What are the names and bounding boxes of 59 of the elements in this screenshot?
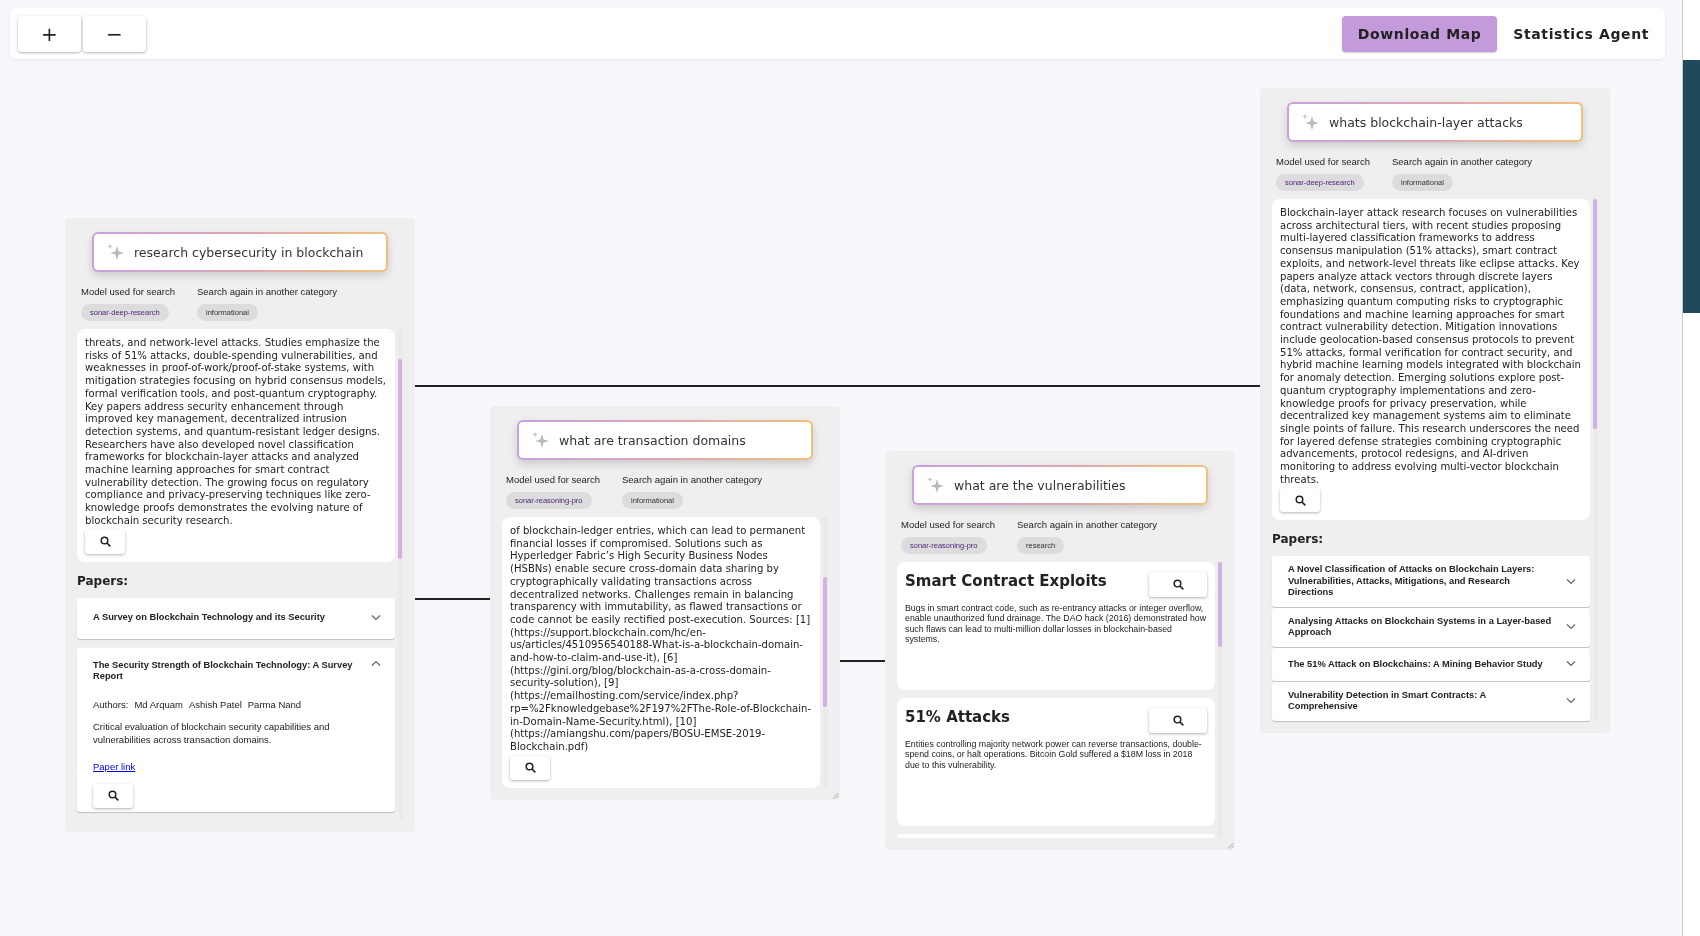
result-text: Bugs in smart contract code, such as re-entrancy attacks or integer overflow, enable unauthorized fund drainage. The DAO hack (2016) demonstrated how such flaws can lead to multi-million dollar losses in blockchain-based systems. xyxy=(905,603,1207,645)
search-icon xyxy=(1172,579,1184,590)
search-icon xyxy=(524,762,536,774)
summary-text: of blockchain-ledger entries, which can lead to permanent financial losses if compromised. Solutions such as Hyperledger Fabric’s High Security Business Nodes (HSBNs) enable secure cross-domain data sharing by cryptographically validating transactions across decentralized networks. Challenges remain in balancing transparency with immutability, as flawed transactions or code cannot be easily rectified post-execution. Sources: [1] (https://support.blockchain.com/hc/en-us/articles/4510956540188-What-is-a-blockchain-domain-and-how-to-claim-and-use-it), [6] (https://gini.org/blog/blockchain-as-a-cross-domain-security-solution), [9] (https://emailhosting.com/service/index.php? rp=%2Fknowledgebase%2F197%2FThe-Role-of-Blockchain-in-Domain-Name-Security.html), [10] (https://amiangshu.com/papers/BOSU-EMSE-2019-Blockchain.pdf) xyxy=(510,525,812,754)
result-title: 51% Attacks xyxy=(905,708,1010,726)
sparkle-icon xyxy=(1301,113,1319,131)
field-label: Search again in another category xyxy=(1392,156,1532,167)
field-label: Model used for search xyxy=(901,519,995,530)
query-field[interactable]: whats blockchain-layer attacks xyxy=(1287,102,1583,142)
chevron-down-icon xyxy=(1566,578,1576,585)
section-heading: Papers: xyxy=(77,573,130,588)
field-label: Model used for search xyxy=(81,286,175,297)
search-button[interactable] xyxy=(85,529,125,554)
field-label: Model used for search xyxy=(506,474,600,485)
agent-button[interactable]: Statistics Agent xyxy=(1505,15,1657,52)
chevron-down-icon xyxy=(1566,661,1576,668)
section-heading: Papers: xyxy=(1272,532,1325,547)
result-title: Smart Contract Exploits xyxy=(905,572,1107,590)
result-text: Entities controlling majority network power can reverse transactions, double-spend coins, or halt operations. Bitcoin Gold suffered a $18M loss in 2018 due to this vulnerability. xyxy=(905,739,1203,771)
chevron-down-icon xyxy=(1566,624,1576,631)
paper-description: Critical evaluation of blockchain security capabilities and vulnerabilities across transaction domains. xyxy=(93,719,331,746)
scrollbar-thumb[interactable] xyxy=(1593,199,1597,429)
field-label: Model used for search xyxy=(1276,156,1370,167)
query-field[interactable]: research cybersecurity in blockchain xyxy=(92,232,388,272)
search-icon xyxy=(107,790,119,802)
chevron-up-icon xyxy=(371,659,381,666)
field-label: Search again in another category xyxy=(1017,519,1157,530)
sparkle-icon xyxy=(106,243,124,261)
query-field[interactable]: what are the vulnerabilities xyxy=(912,465,1208,505)
accordion-header[interactable]: A Novel Classification of Attacks on Blockchain Layers: Vulnerabilities, Attacks, Mitigations, and Research Directions xyxy=(1272,556,1590,607)
scrollbar-thumb[interactable] xyxy=(398,359,402,559)
zoom-button[interactable]: − xyxy=(83,15,146,52)
accordion-header[interactable]: The Security Strength of Blockchain Technology: A Survey Report xyxy=(77,647,395,695)
scrollbar-thumb[interactable] xyxy=(1218,562,1222,647)
field-label: Search again in another category xyxy=(197,286,337,297)
chevron-down-icon xyxy=(371,615,381,622)
paper-link[interactable]: Paper link xyxy=(93,760,136,772)
sparkle-icon xyxy=(926,476,944,494)
search-button[interactable] xyxy=(510,755,550,780)
search-icon xyxy=(1172,715,1184,726)
chevron-down-icon xyxy=(1566,698,1576,705)
summary-text: Blockchain-layer attack research focuses on vulnerabilities across architectural tiers, with recent studies proposing multi-layered classification frameworks to address consensus manipulation (51% attacks), smart contract exploits, and network-level threats like eclipse attacks. Key papers analyze attack vectors through discrete layers (data, network, consensus, contract, application), emphasizing quantum computing risks to cryptographic foundations and machine learning approaches for smart contract vulnerability detection. Mitigation innovations include geolocation-based consensus protocols to prevent 51% attacks, formal verification for contract security, and hybrid machine learning models integrated with blockchain for anomaly detection. Emerging solutions explore post-quantum cryptography implementations and zero-knowledge proofs for privacy preservation, while decentralized key management systems aim to eliminate single points of failure. This research underscores the need for layered defense strategies combining cryptographic advancements, protocol redesigns, and AI-driven monitoring to address evolving multi-vector blockchain threats. xyxy=(1280,207,1582,487)
search-button[interactable] xyxy=(93,783,133,808)
accordion-header[interactable]: A Survey on Blockchain Technology and its Security xyxy=(77,597,395,639)
summary-text: threats, and network-level attacks. Studies emphasize the risks of 51% attacks, double-spending vulnerabilities, and weaknesses in proof-of-work/proof-of-stake systems, with mitigation strategies focusing on hybrid consensus models, formal verification tools, and post-quantum cryptography. Key papers address security enhancement through improved key management, decentralized intrusion detection systems, and quantum-resistant ledger designs. Researchers have also developed novel classification frameworks for blockchain-layer attacks and analyzed machine learning approaches for smart contract vulnerability detection. The growing focus on regulatory compliance and privacy-preserving techniques like zero-knowledge proofs demonstrates the evolving nature of blockchain security research. xyxy=(85,337,387,528)
accordion-header[interactable]: The 51% Attack on Blockchains: A Mining Behavior Study xyxy=(1272,647,1590,681)
search-icon xyxy=(99,536,111,548)
zoom-button[interactable]: + xyxy=(18,15,81,52)
query-field[interactable]: what are transaction domains xyxy=(517,420,813,460)
download-button[interactable]: Download Map xyxy=(1341,15,1498,52)
sparkle-icon xyxy=(531,431,549,449)
search-button[interactable] xyxy=(1280,488,1320,513)
authors-text: Authors: Md Arquam Ashish Patel Parma Nand xyxy=(93,698,303,710)
accordion-header[interactable]: Analysing Attacks on Blockchain Systems in a Layer-based Approach xyxy=(1272,607,1590,647)
scrollbar-thumb[interactable] xyxy=(823,577,827,707)
field-label: Search again in another category xyxy=(622,474,762,485)
connector-line xyxy=(840,660,885,662)
search-icon xyxy=(1294,494,1306,506)
accordion-header[interactable]: Vulnerability Detection in Smart Contracts: A Comprehensive xyxy=(1272,681,1590,721)
